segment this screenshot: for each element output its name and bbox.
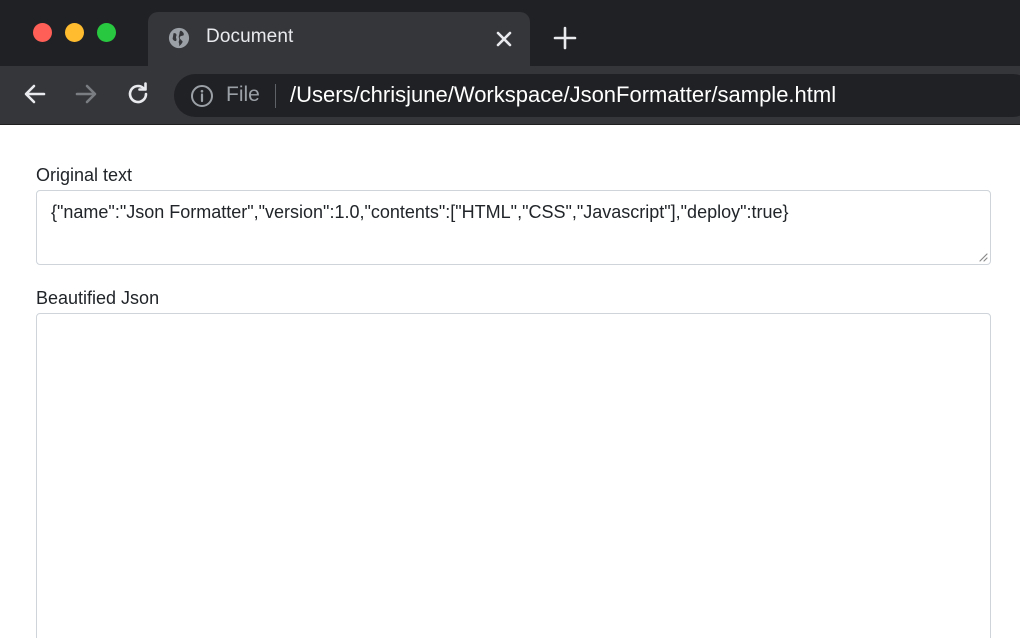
- info-icon[interactable]: [190, 84, 214, 108]
- address-divider: [275, 84, 276, 108]
- close-icon[interactable]: [492, 27, 516, 51]
- page-content: Original text {"name":"Json Formatter","…: [0, 125, 1020, 638]
- beautified-json-textarea[interactable]: [36, 313, 991, 638]
- tab-strip: Document: [0, 0, 1020, 66]
- original-text-value: {"name":"Json Formatter","version":1.0,"…: [51, 202, 789, 223]
- close-window-button[interactable]: [33, 23, 52, 42]
- reload-icon[interactable]: [124, 80, 152, 108]
- new-tab-icon[interactable]: [552, 25, 578, 51]
- scheme-label: File: [226, 83, 260, 107]
- address-bar[interactable]: File /Users/chrisjune/Workspace/JsonForm…: [174, 74, 1020, 117]
- forward-arrow-icon[interactable]: [72, 80, 100, 108]
- original-text-label: Original text: [36, 165, 132, 186]
- globe-icon: [168, 27, 190, 49]
- browser-toolbar: File /Users/chrisjune/Workspace/JsonForm…: [0, 66, 1020, 125]
- back-arrow-icon[interactable]: [21, 80, 49, 108]
- url-text[interactable]: /Users/chrisjune/Workspace/JsonFormatter…: [290, 82, 836, 108]
- original-text-textarea[interactable]: {"name":"Json Formatter","version":1.0,"…: [36, 190, 991, 265]
- maximize-window-button[interactable]: [97, 23, 116, 42]
- resize-handle-icon[interactable]: [977, 251, 988, 262]
- beautified-json-label: Beautified Json: [36, 288, 159, 309]
- tab-document[interactable]: Document: [148, 12, 530, 66]
- minimize-window-button[interactable]: [65, 23, 84, 42]
- browser-window: Document File /Users: [0, 0, 1020, 638]
- tab-title: Document: [206, 26, 293, 48]
